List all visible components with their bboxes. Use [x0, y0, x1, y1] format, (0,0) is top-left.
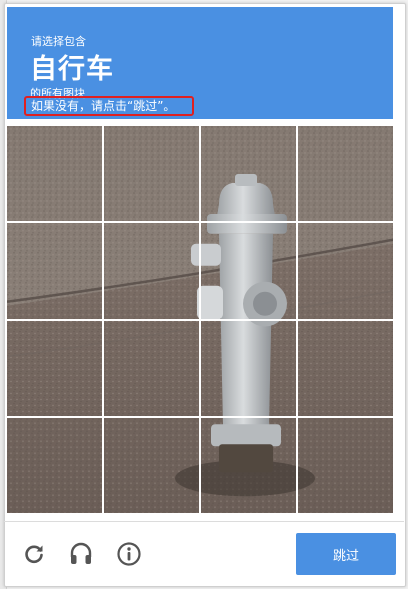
tile-image	[201, 417, 296, 513]
tile-4[interactable]	[298, 126, 393, 222]
tile-image	[7, 320, 102, 416]
tile-7[interactable]	[201, 223, 296, 319]
challenge-header: 请选择包含 自行车 的所有图块 如果没有，请点击“跳过”。	[7, 7, 393, 119]
tile-image	[7, 126, 102, 222]
tile-image	[298, 320, 393, 416]
tile-2[interactable]	[104, 126, 199, 222]
tile-8[interactable]	[298, 223, 393, 319]
tile-9[interactable]	[7, 320, 102, 416]
tile-16[interactable]	[298, 417, 393, 513]
tile-image	[104, 223, 199, 319]
tile-1[interactable]	[7, 126, 102, 222]
tile-image	[104, 417, 199, 513]
tile-14[interactable]	[104, 417, 199, 513]
target-object-label: 自行车	[30, 54, 114, 85]
tile-image	[201, 223, 296, 319]
tile-13[interactable]	[7, 417, 102, 513]
info-icon[interactable]	[115, 540, 143, 568]
tile-image	[201, 320, 296, 416]
tile-image	[298, 223, 393, 319]
tile-3[interactable]	[201, 126, 296, 222]
tile-11[interactable]	[201, 320, 296, 416]
image-grid	[7, 126, 393, 513]
tile-image	[7, 417, 102, 513]
tile-5[interactable]	[7, 223, 102, 319]
tile-image	[104, 320, 199, 416]
tile-image	[104, 126, 199, 222]
reload-icon[interactable]	[20, 540, 48, 568]
tile-image	[7, 223, 102, 319]
tile-12[interactable]	[298, 320, 393, 416]
audio-headphones-icon[interactable]	[67, 540, 95, 568]
tile-15[interactable]	[201, 417, 296, 513]
footer-divider	[4, 521, 404, 522]
tile-image	[298, 126, 393, 222]
tile-image	[298, 417, 393, 513]
skip-button[interactable]: 跳过	[296, 533, 396, 575]
tile-image	[201, 126, 296, 222]
tile-6[interactable]	[104, 223, 199, 319]
tile-10[interactable]	[104, 320, 199, 416]
skip-hint: 如果没有，请点击“跳过”。	[24, 96, 194, 116]
